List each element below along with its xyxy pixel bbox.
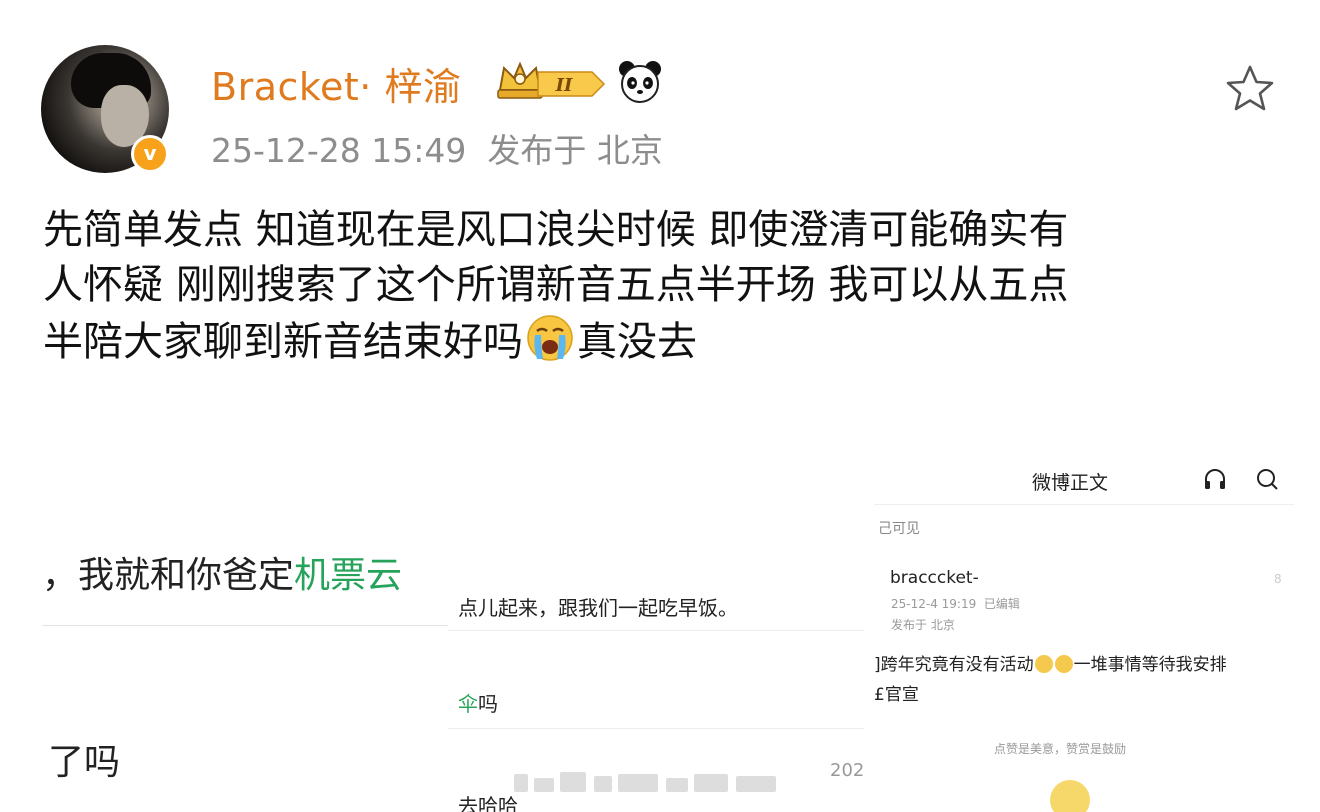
post-line: 人怀疑 刚刚搜索了这个所谓新音五点半开场 我可以从五点 bbox=[43, 262, 1069, 308]
screenshot-date: 25-12-4 19:19 已编辑 bbox=[891, 597, 1020, 611]
screenshot-body-line: £官宣 bbox=[874, 685, 919, 705]
badge-level-text: II bbox=[555, 75, 573, 96]
post-body: 先简单发点 知道现在是风口浪尖时候 即使澄清可能确实有 人怀疑 刚刚搜索了这个所… bbox=[43, 203, 1283, 368]
divider bbox=[42, 625, 448, 626]
screenshot-location: 发布于 北京 bbox=[891, 618, 955, 632]
visibility-fragment: 己可见 bbox=[878, 521, 920, 537]
username[interactable]: Bracket· 梓渝 bbox=[211, 56, 461, 111]
image1-text-line: 了吗 bbox=[48, 742, 121, 783]
post-image-3[interactable]: 微博正文 己可见 bracccket- 25-12-4 19:19 已编辑 发布… bbox=[864, 450, 1320, 812]
post-meta: 25-12-28 15:49 发布于 北京 bbox=[211, 124, 663, 172]
image2-text-line: 点儿起来，跟我们一起吃早饭。 bbox=[458, 596, 738, 620]
side-fragment: 8 bbox=[1274, 572, 1282, 586]
divider bbox=[874, 504, 1294, 505]
post-image-1[interactable]: ，我就和你爸定机票云 了吗 bbox=[0, 468, 448, 812]
crown-level-icon[interactable]: II bbox=[496, 60, 610, 102]
divider bbox=[448, 728, 864, 729]
search-icon bbox=[1257, 469, 1278, 490]
reward-tip: 点赞是美意，赞赏是鼓励 bbox=[994, 742, 1127, 756]
verified-v-icon: v bbox=[131, 135, 169, 173]
crying-emoji bbox=[1034, 655, 1053, 673]
divider bbox=[448, 630, 864, 631]
image1-text-line: ，我就和你爸定机票云 bbox=[42, 555, 403, 596]
crying-face-emoji bbox=[527, 315, 573, 361]
screenshot-title: 微博正文 bbox=[1032, 472, 1109, 494]
image2-text-line: 去哈哈 bbox=[458, 794, 518, 812]
listen-headphone-icon bbox=[1205, 469, 1225, 489]
post-timestamp: 25-12-28 15:49 bbox=[211, 131, 467, 170]
crying-emoji bbox=[1054, 655, 1073, 673]
image2-text-line: 伞吗 bbox=[458, 692, 498, 716]
post-line: 先简单发点 知道现在是风口浪尖时候 即使澄清可能确实有 bbox=[43, 207, 1069, 253]
year-fragment: 202 bbox=[830, 760, 864, 781]
screenshot-body-line: ]跨年究竟有没有活动 一堆事情等待我安排 bbox=[874, 655, 1227, 675]
post-location: 发布于 北京 bbox=[487, 131, 663, 170]
panda-icon bbox=[619, 61, 661, 103]
reward-coin-icon bbox=[1050, 780, 1090, 812]
watermark-icon bbox=[514, 772, 776, 792]
favorite-star-icon[interactable] bbox=[1223, 62, 1277, 116]
post-line: 半陪大家聊到新音结束好吗 真没去 bbox=[43, 313, 1283, 368]
screenshot-username: bracccket- bbox=[890, 568, 979, 588]
